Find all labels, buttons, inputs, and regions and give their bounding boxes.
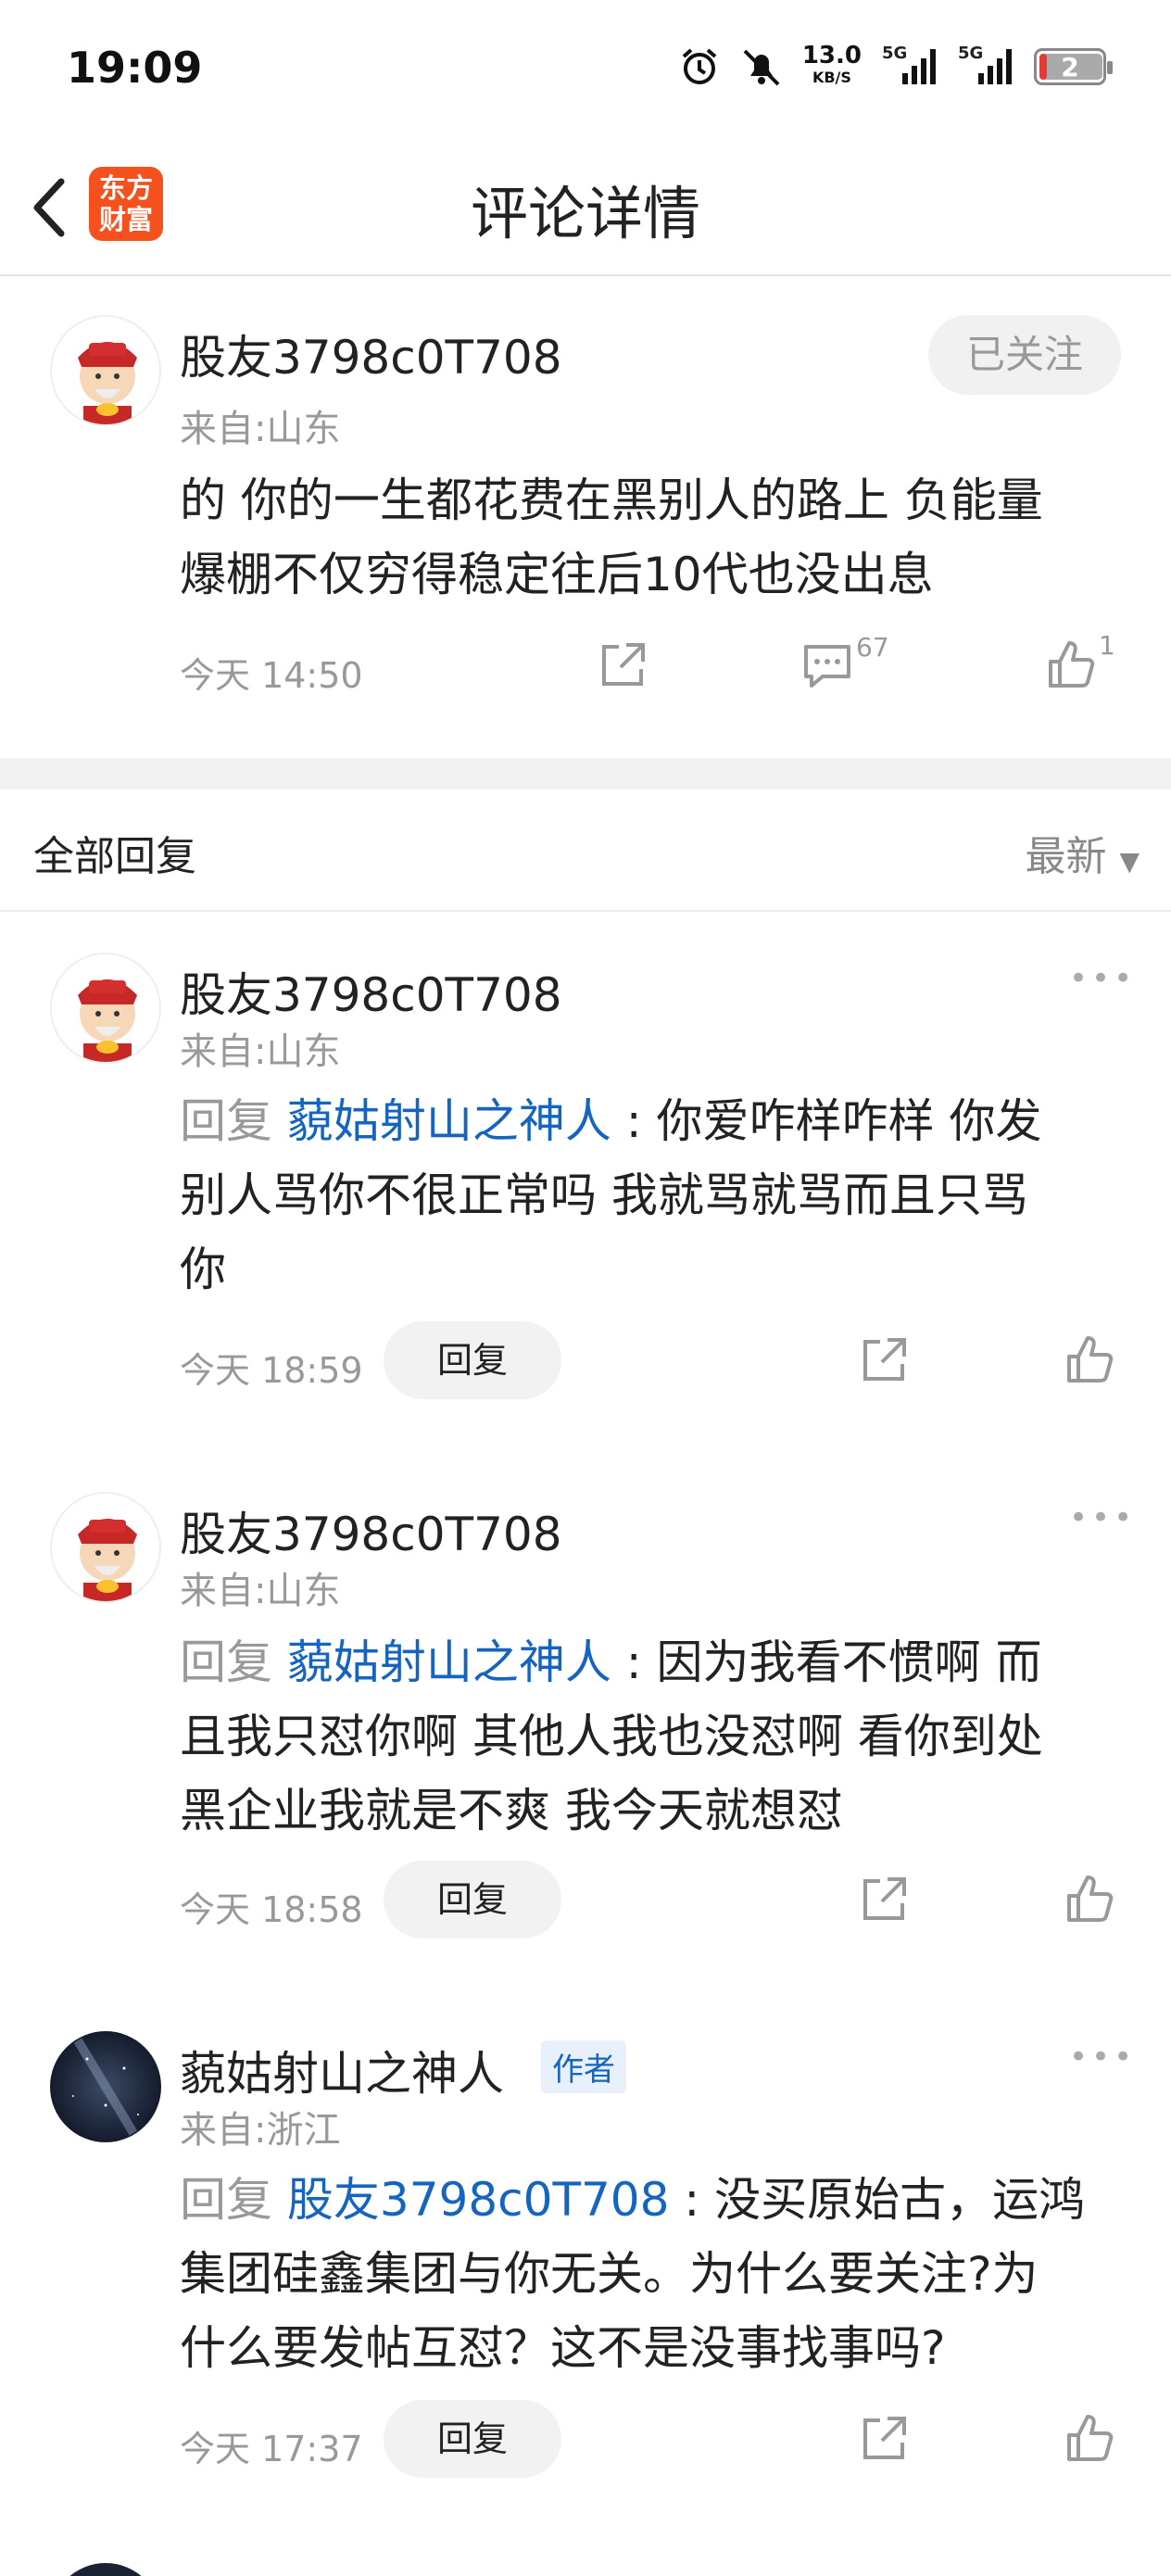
reply-text: 回复 藐姑射山之神人 : 你爱咋样咋样 你发 别人骂你不很正常吗 我就骂就骂而且…	[180, 1094, 1042, 1296]
reply-button[interactable]: 回复	[384, 1321, 561, 1399]
reply-target-link[interactable]: 藐姑射山之神人	[287, 1094, 611, 1148]
status-time: 19:09	[67, 43, 203, 93]
nav-bar: 东方 财富 评论详情	[0, 139, 1171, 276]
share-icon[interactable]	[597, 639, 648, 691]
comment-text: 的 你的一生都花费在黑别人的路上 负能量 爆棚不仅穷得稳定往后10代也没出息	[180, 474, 1043, 601]
reply-button[interactable]: 回复	[384, 2400, 561, 2478]
reply-username[interactable]: 股友3798c0T708	[180, 958, 562, 1025]
more-icon[interactable]: •••	[1069, 2039, 1136, 2076]
replies-header-title: 全部回复	[33, 833, 196, 880]
share-icon[interactable]	[858, 1334, 910, 1386]
reply-time: 今天 17:37	[180, 2429, 363, 2469]
username[interactable]: 股友3798c0T708	[180, 321, 562, 387]
battery-icon: 2	[1034, 48, 1113, 85]
mute-bell-icon	[743, 49, 780, 86]
like-icon[interactable]	[1064, 2411, 1117, 2465]
reply-username[interactable]: 股友3798c0T708	[180, 1497, 562, 1564]
follow-button[interactable]: 已关注	[928, 315, 1121, 395]
sort-dropdown[interactable]: 最新 ▼	[1025, 823, 1140, 882]
reply-time: 今天 18:58	[180, 1889, 363, 1930]
divider	[0, 910, 1171, 912]
like-count: 1	[1099, 630, 1115, 661]
comment-count: 67	[856, 632, 889, 663]
like-icon[interactable]	[1064, 1872, 1117, 1926]
caret-down-icon: ▼	[1119, 846, 1140, 877]
reply-username[interactable]: 藐姑射山之神人	[180, 2037, 504, 2103]
like-icon[interactable]	[1064, 1332, 1117, 1386]
reply-text: 回复 藐姑射山之神人 : 因为我看不惯啊 而 且我只怼你啊 其他人我也没怼啊 看…	[180, 1635, 1043, 1837]
more-icon[interactable]: •••	[1069, 960, 1136, 997]
signal-5g-1-icon: 5G	[882, 44, 938, 88]
next-avatar-partial	[50, 2563, 161, 2576]
share-icon[interactable]	[858, 1874, 910, 1926]
reply-button[interactable]: 回复	[384, 1861, 561, 1938]
reply-location: 来自:山东	[180, 1030, 341, 1073]
share-icon[interactable]	[858, 2413, 910, 2465]
network-speed: 13.0 KB/S	[801, 42, 862, 86]
avatar[interactable]	[50, 953, 161, 1064]
reply-location: 来自:山东	[180, 1570, 341, 1612]
comment-icon[interactable]	[800, 639, 854, 691]
reply-location: 来自:浙江	[180, 2109, 341, 2152]
author-badge: 作者	[541, 2040, 626, 2093]
reply-target-link[interactable]: 藐姑射山之神人	[287, 1635, 611, 1689]
status-icons: 13.0 KB/S 5G 5G 2	[678, 42, 1113, 89]
section-separator	[0, 758, 1171, 789]
avatar[interactable]	[50, 315, 161, 426]
avatar[interactable]	[50, 1492, 161, 1603]
location: 来自:山东	[180, 408, 341, 450]
status-bar: 19:09 13.0 KB/S 5G 5G 2	[0, 0, 1171, 139]
alarm-icon	[682, 48, 717, 84]
reply-text: 回复 股友3798c0T708 : 没买原始古，运鸿 集团硅鑫集团与你无关。为什…	[180, 2173, 1086, 2375]
like-icon[interactable]	[1045, 638, 1099, 691]
reply-target-link[interactable]: 股友3798c0T708	[287, 2173, 670, 2227]
reply-time: 今天 18:59	[180, 1350, 363, 1391]
page-title: 评论详情	[470, 180, 700, 247]
signal-5g-2-icon: 5G	[958, 44, 1014, 88]
comment-time: 今天 14:50	[180, 655, 363, 696]
avatar[interactable]	[50, 2031, 161, 2142]
more-icon[interactable]: •••	[1069, 1499, 1136, 1536]
